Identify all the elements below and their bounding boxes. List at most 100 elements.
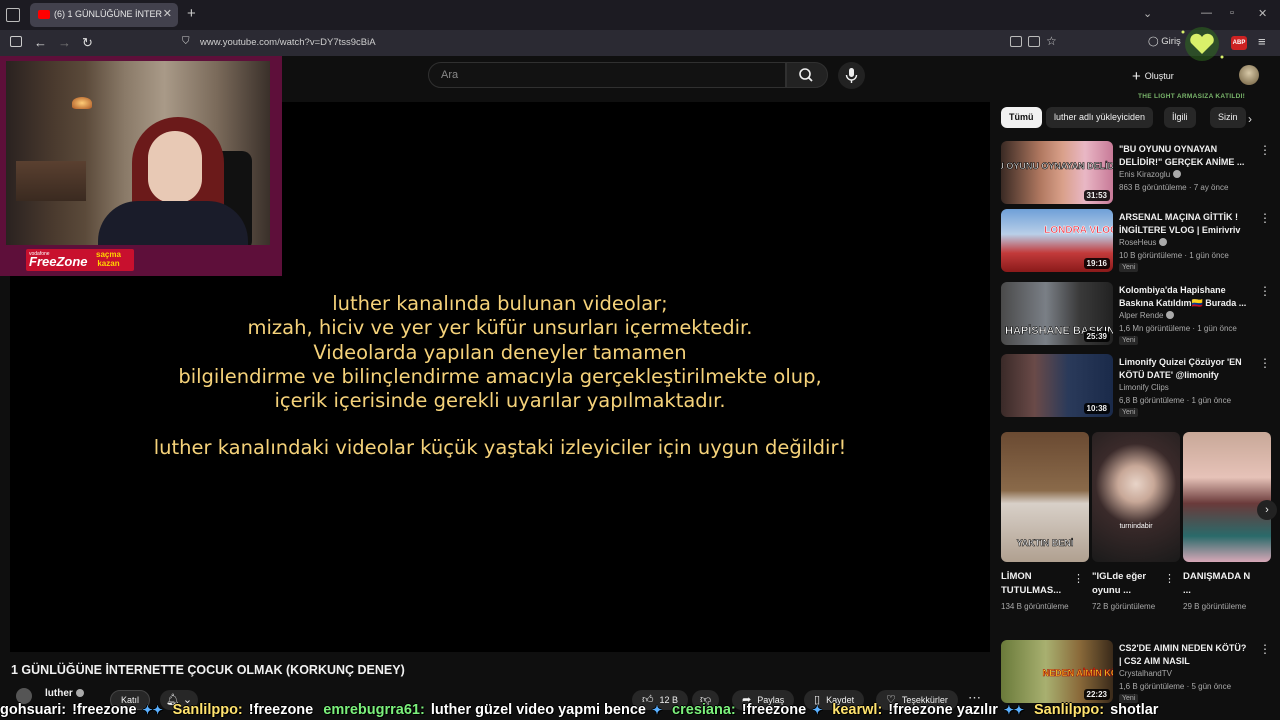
disclaimer-line: bilgilendirme ve bilinçlendirme amacıyla… [178, 364, 822, 388]
new-tab-icon[interactable]: + [187, 5, 196, 22]
create-button[interactable]: + Oluştur [1132, 68, 1174, 85]
channel-name[interactable]: Enis Kirazoglu [1119, 170, 1182, 179]
video-thumbnail[interactable]: 10:38 [1001, 354, 1113, 417]
short-views: 72 B görüntüleme [1092, 602, 1156, 611]
related-filter-chips: Tümü luther adlı yükleyiciden İlgili Siz… [1001, 107, 1271, 129]
short-overlay-text: YAKTIN BENİ [1017, 538, 1074, 548]
minimize-icon[interactable]: — [1201, 7, 1212, 19]
channel-name[interactable]: Limonify Clips [1119, 383, 1169, 392]
browser-tab[interactable]: (6) 1 GÜNLÜĞÜNE İNTERNETTE ✕ [30, 3, 178, 27]
short-title[interactable]: LİMON TUTULMAS... [1001, 570, 1075, 597]
channel-name[interactable]: RoseHeus [1119, 238, 1168, 247]
chat-username: Sanlilppo: [172, 702, 243, 718]
recommended-video[interactable]: BU OYUNU OYNAYAN DELİDİR 31:53 "BU OYUNU… [1001, 141, 1276, 207]
chat-username: cresiana: [672, 702, 736, 718]
back-icon[interactable]: ← [34, 35, 47, 50]
voice-search-button[interactable] [838, 62, 865, 89]
tab-close-icon[interactable]: ✕ [163, 7, 172, 20]
maximize-icon[interactable]: ▫ [1230, 7, 1234, 19]
video-duration: 25:39 [1083, 331, 1110, 342]
reload-icon[interactable]: ↻ [82, 35, 93, 51]
more-options-icon[interactable]: ⋮ [1073, 572, 1084, 585]
verified-icon [75, 689, 84, 697]
more-options-icon[interactable]: ⋮ [1164, 572, 1175, 585]
webcam-feed [6, 61, 270, 245]
chat-message: !freezone yazılır [888, 702, 998, 718]
disclaimer-line: Videolarda yapılan deneyler tamamen [313, 340, 687, 364]
adblock-extension-icon[interactable]: ABP [1231, 36, 1247, 50]
create-label: Oluştur [1144, 70, 1174, 81]
emote-icon: ✦✦ [1003, 703, 1024, 717]
short-thumbnail[interactable]: turnindabir [1092, 432, 1180, 562]
short-thumbnail[interactable] [1183, 432, 1271, 562]
recommended-video[interactable]: 10:38 Limonify Quizei Çözüyor 'EN KÖTÜ D… [1001, 354, 1276, 420]
chevron-right-icon[interactable]: › [1248, 112, 1252, 126]
tab-list-icon[interactable] [6, 8, 20, 22]
chip-related[interactable]: İlgili [1164, 107, 1196, 128]
chat-username: Sanlilppo: [1034, 702, 1105, 718]
user-avatar[interactable] [1239, 65, 1259, 85]
bookmark-star-icon[interactable]: ☆ [1046, 34, 1057, 48]
new-badge: Yeni [1119, 408, 1139, 417]
shorts-shelf: YAKTIN BENİ LİMON TUTULMAS... 134 B görü… [1001, 432, 1271, 632]
video-title: 1 GÜNLÜĞÜNE İNTERNETTE ÇOCUK OLMAK (KORK… [11, 663, 405, 677]
search-button[interactable] [786, 62, 828, 88]
chat-message: !freezone [248, 702, 314, 718]
close-window-icon[interactable]: ✕ [1258, 7, 1267, 20]
more-options-icon[interactable]: ⋮ [1259, 356, 1271, 370]
video-thumbnail[interactable]: BU OYUNU OYNAYAN DELİDİR 31:53 [1001, 141, 1113, 204]
streamer-webcam-overlay: vodafone FreeZone saçma kazan [0, 56, 282, 276]
more-options-icon[interactable]: ⋮ [1259, 211, 1271, 225]
short-title[interactable]: "IGLde eğer oyunu ... [1092, 570, 1166, 597]
subscription-decoration [1176, 24, 1228, 64]
membership-announcement: THE LIGHT ARMASIZA KATILDI! [1138, 93, 1246, 100]
channel-name-text: Alper Rende [1119, 311, 1164, 320]
more-options-icon[interactable]: ⋮ [1259, 143, 1271, 157]
search-icon [799, 68, 813, 82]
video-duration: 22:23 [1083, 689, 1110, 700]
reader-mode-icon[interactable] [1028, 36, 1040, 47]
search-input[interactable]: Ara [428, 62, 786, 88]
recommended-video[interactable]: NEDEN AİMİN KÖTÜ? 22:23 CS2'DE AIMIN NED… [1001, 640, 1276, 706]
url-bar[interactable]: ⛉ www.youtube.com/watch?v=DY7tss9cBiA [176, 33, 1066, 53]
video-thumbnail[interactable]: NEDEN AİMİN KÖTÜ? 22:23 [1001, 640, 1113, 703]
channel-name[interactable]: luther [45, 688, 84, 699]
video-title[interactable]: Limonify Quizei Çözüyor 'EN KÖTÜ DATE' @… [1119, 356, 1247, 381]
video-title[interactable]: "BU OYUNU OYNAYAN DELİDİR!" GERÇEK ANİME… [1119, 143, 1247, 168]
chip-from-uploader[interactable]: luther adlı yükleyiciden [1046, 107, 1154, 128]
chip-all[interactable]: Tümü [1001, 107, 1042, 128]
video-title[interactable]: Kolombiya'da Hapishane Baskına Katıldım🇨… [1119, 284, 1247, 309]
recommended-video[interactable]: HAPİSHANE BASKINI 25:39 Kolombiya'da Hap… [1001, 282, 1276, 348]
picture-in-picture-icon[interactable] [1010, 36, 1022, 47]
video-duration: 31:53 [1083, 190, 1110, 201]
browser-menu-icon[interactable]: ≡ [1258, 34, 1266, 49]
chat-message: luther güzel video yapmi bence [430, 702, 646, 718]
sponsor-tagline: saçma kazan [96, 250, 121, 268]
short-title[interactable]: DANIŞMADA N ... [1183, 570, 1257, 597]
channel-name[interactable]: CrystalhandTV [1119, 669, 1172, 678]
shorts-next-button[interactable]: › [1257, 500, 1277, 520]
chat-username: emrebugrra61: [323, 702, 425, 718]
short-thumbnail[interactable]: YAKTIN BENİ [1001, 432, 1089, 562]
lamp [72, 97, 92, 109]
more-options-icon[interactable]: ⋮ [1259, 642, 1271, 656]
video-title[interactable]: ARSENAL MAÇINA GİTTİK ! İNGİLTERE VLOG |… [1119, 211, 1247, 236]
video-title[interactable]: CS2'DE AIMIN NEDEN KÖTÜ? | CS2 AIM NASIL… [1119, 642, 1247, 667]
chip-for-you[interactable]: Sizin [1210, 107, 1246, 128]
microphone-icon [845, 68, 858, 83]
site-info-icon[interactable]: ⛉ [182, 36, 190, 47]
channel-name-text: RoseHeus [1119, 238, 1157, 247]
video-thumbnail[interactable]: HAPİSHANE BASKINI 25:39 [1001, 282, 1113, 345]
forward-icon[interactable]: → [58, 35, 71, 50]
emote-icon: ✦ [651, 703, 663, 717]
sidebar-toggle-icon[interactable] [10, 36, 22, 47]
video-thumbnail[interactable]: LONDRA VLOG 19:16 [1001, 209, 1113, 272]
more-options-icon[interactable]: ⋮ [1259, 284, 1271, 298]
verified-icon [1159, 238, 1168, 246]
disclaimer-line: mizah, hiciv ve yer yer küfür unsurları … [247, 316, 753, 340]
disclaimer-text: luther kanalında bulunan videolar; mizah… [10, 292, 990, 461]
tab-dropdown-icon[interactable]: ⌄ [1143, 7, 1152, 20]
search-placeholder: Ara [441, 69, 459, 81]
channel-name[interactable]: Alper Rende [1119, 311, 1175, 320]
recommended-video[interactable]: LONDRA VLOG 19:16 ARSENAL MAÇINA GİTTİK … [1001, 209, 1276, 275]
